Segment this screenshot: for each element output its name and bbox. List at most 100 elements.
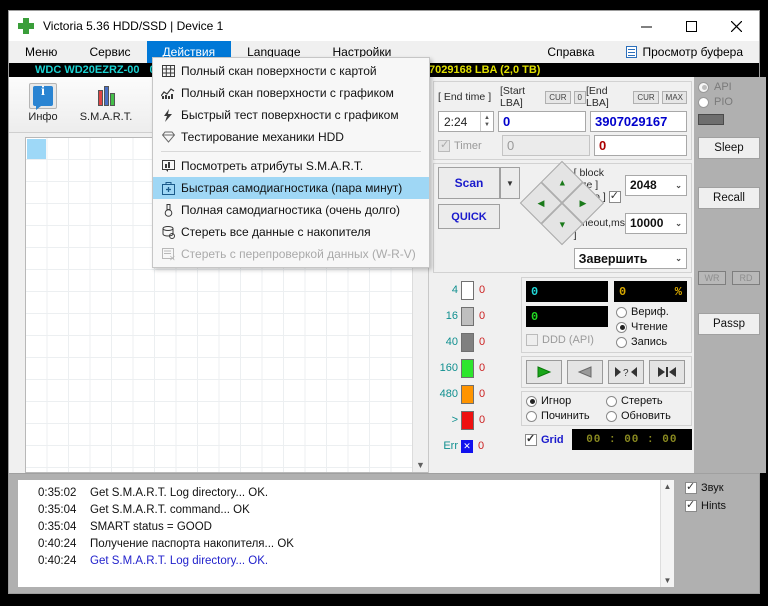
sleep-button[interactable]: Sleep <box>698 137 760 159</box>
start-lba-input[interactable]: 0 <box>498 111 586 132</box>
lba-navigation-dpad: ▲ ◀ ▶ ▼ <box>519 160 605 246</box>
end-lba-cur-button[interactable]: CUR <box>633 90 659 104</box>
timer-right-input[interactable]: 0 <box>594 135 687 156</box>
scan-dropdown-button[interactable]: ▼ <box>500 167 520 199</box>
wr-indicator: WR <box>698 271 726 285</box>
menu-erase-all-data[interactable]: Стереть все данные с накопителя <box>153 221 429 243</box>
defect-repair-radio[interactable]: Починить <box>526 410 600 422</box>
log-time: 0:35:04 <box>38 520 77 533</box>
ddd-api-checkbox[interactable]: DDD (API) <box>526 334 594 346</box>
menu-label: Полный скан поверхности с картой <box>181 64 377 78</box>
nav-seek-unknown-button[interactable]: ? <box>608 360 644 384</box>
quick-button[interactable]: QUICK <box>438 204 500 229</box>
legend-count: 0 <box>479 362 486 374</box>
end-lba-value: 3907029167 <box>595 114 668 129</box>
scroll-down-icon[interactable]: ▼ <box>413 460 428 470</box>
chevron-down-icon: ⌄ <box>675 218 682 228</box>
lba-panel: [ End time ] [Start LBA] CUR 0 [End LBA]… <box>433 81 692 160</box>
log-row: 0:40:24 Get S.M.A.R.T. Log directory... … <box>18 552 660 569</box>
nav-play-back-button[interactable] <box>567 360 603 384</box>
menu-quick-selftest[interactable]: Быстрая самодиагностика (пара минут) <box>153 177 429 199</box>
menu-item-service[interactable]: Сервис <box>73 41 146 63</box>
end-lba-input[interactable]: 3907029167 <box>590 111 687 132</box>
log-rows: 0:35:02 Get S.M.A.R.T. Log directory... … <box>18 480 660 587</box>
window-controls <box>624 11 759 41</box>
legend-count: 0 <box>479 414 486 426</box>
menu-item-menu[interactable]: Меню <box>9 41 73 63</box>
rd-indicator: RD <box>732 271 760 285</box>
timeout-value: 10000 <box>630 216 664 230</box>
log-scroll-down-icon[interactable]: ▼ <box>661 576 674 585</box>
menu-hdd-mechanics-test[interactable]: Тестирование механики HDD <box>153 126 429 148</box>
log-scroll-up-icon[interactable]: ▲ <box>661 482 674 491</box>
surface-map-cell <box>27 139 46 159</box>
chevron-down-icon: ⌄ <box>675 254 682 263</box>
toolbar-smart-button[interactable]: S.M.A.R.T. <box>71 80 141 130</box>
start-lba-cur-button[interactable]: CUR <box>545 90 571 104</box>
hints-checkbox[interactable]: Hints <box>685 498 759 512</box>
legend-threshold: 40 <box>445 336 458 348</box>
legend-threshold: 160 <box>439 362 458 374</box>
toolbar-info-button[interactable]: Инфо <box>15 80 71 130</box>
timer-right-value: 0 <box>599 138 607 153</box>
timer-checkbox[interactable]: ✓ Timer <box>438 139 498 152</box>
stepper-arrows-icon[interactable]: ▲ ▼ <box>480 112 493 131</box>
side-panel: API PIO Sleep Recall WR RD Passp <box>694 77 766 473</box>
chevron-down-icon: ⌄ <box>675 180 682 190</box>
menu-full-scan-map[interactable]: Полный скан поверхности с картой <box>153 60 429 82</box>
api-radio[interactable]: API <box>698 81 760 93</box>
start-lba-zero-button[interactable]: 0 <box>573 90 586 104</box>
menu-item-view-buffer[interactable]: Просмотр буфера <box>610 41 759 63</box>
defect-ignore-radio[interactable]: Игнор <box>526 395 600 407</box>
timeout-select[interactable]: 10000 ⌄ <box>625 212 687 234</box>
menu-view-smart-attributes[interactable]: Посмотреть атрибуты S.M.A.R.T. <box>153 155 429 177</box>
finish-action-select[interactable]: Завершить ⌄ <box>573 248 687 269</box>
legend-panel: 4 0 16 0 40 0 160 0 480 0 > 0 Err ✕ 0 <box>433 277 521 459</box>
smart-attributes-icon <box>155 160 181 172</box>
mode-read-radio[interactable]: Чтение <box>616 321 681 333</box>
pio-radio[interactable]: PIO <box>698 96 760 108</box>
log-scrollbar[interactable]: ▲ ▼ <box>660 480 674 587</box>
blocks-display: 0 <box>526 306 608 327</box>
mode-write-radio[interactable]: Запись <box>616 336 681 348</box>
pio-label: PIO <box>714 96 733 108</box>
nav-seek-end-button[interactable] <box>649 360 685 384</box>
mode-read-label: Чтение <box>631 321 668 333</box>
legend-row: 4 0 <box>433 277 521 303</box>
toolbar-smart-label: S.M.A.R.T. <box>79 111 133 123</box>
green-cross-icon <box>17 17 35 35</box>
menu-item-help[interactable]: Справка <box>531 41 610 63</box>
minimize-button[interactable] <box>624 11 669 41</box>
menu-quick-scan-graph[interactable]: Быстрый тест поверхности с графиком <box>153 104 429 126</box>
close-button[interactable] <box>714 11 759 41</box>
mode-verify-radio[interactable]: Вериф. <box>616 306 681 318</box>
log-message: Получение паспорта накопителя... OK <box>90 537 294 550</box>
maximize-button[interactable] <box>669 11 714 41</box>
defect-refresh-radio[interactable]: Обновить <box>606 410 671 422</box>
log-time: 0:40:24 <box>38 554 77 567</box>
end-time-stepper[interactable]: 2:24 ▲ ▼ <box>438 111 494 132</box>
scan-button[interactable]: Scan <box>438 167 500 199</box>
toolbar-info-label: Инфо <box>28 111 58 123</box>
grid-checkbox[interactable]: Grid <box>525 432 564 446</box>
defect-erase-radio[interactable]: Стереть <box>606 395 663 407</box>
legend-threshold: 4 <box>451 284 458 296</box>
auto-checkbox[interactable] <box>608 189 625 203</box>
log-row: 0:35:02 Get S.M.A.R.T. Log directory... … <box>18 484 660 501</box>
victoria-app-window: Victoria 5.36 HDD/SSD | Device 1 Меню Се… <box>8 10 766 594</box>
legend-threshold: 16 <box>445 310 458 322</box>
end-lba-max-button[interactable]: MAX <box>661 90 687 104</box>
recall-button[interactable]: Recall <box>698 187 760 209</box>
passport-button[interactable]: Passp <box>698 313 760 335</box>
menu-label: Полный скан поверхности с графиком <box>181 86 394 100</box>
sound-checkbox[interactable]: Звук <box>685 480 759 494</box>
block-size-select[interactable]: 2048 ⌄ <box>625 174 687 196</box>
legend-count: 0 <box>479 310 486 322</box>
timer-input[interactable]: 0 <box>502 135 590 156</box>
sound-label: Звук <box>701 482 724 494</box>
menu-full-selftest[interactable]: Полная самодиагностика (очень долго) <box>153 199 429 221</box>
legend-count: 0 <box>479 388 486 400</box>
legend-row: 16 0 <box>433 303 521 329</box>
nav-play-forward-button[interactable] <box>526 360 562 384</box>
menu-full-scan-graph[interactable]: Полный скан поверхности с графиком <box>153 82 429 104</box>
